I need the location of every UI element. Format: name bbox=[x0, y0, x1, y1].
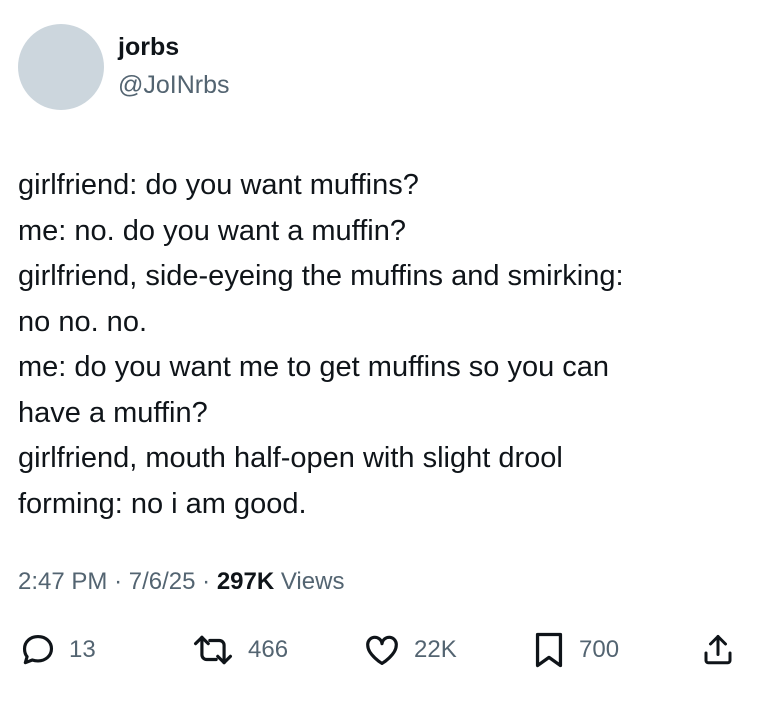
tweet-text-line: me: do you want me to get muffins so you… bbox=[18, 351, 610, 383]
avatar[interactable] bbox=[18, 24, 104, 110]
tweet-text-line: forming: no i am good. bbox=[18, 487, 307, 520]
tweet-time[interactable]: 2:47 PM bbox=[18, 568, 107, 595]
heart-icon bbox=[362, 631, 402, 669]
share-upload-icon bbox=[700, 631, 736, 669]
tweet-text-line: girlfriend, side-eyeing the muffins and … bbox=[18, 260, 624, 292]
like-count: 22K bbox=[414, 636, 457, 663]
reply-button[interactable]: 13 bbox=[19, 628, 96, 672]
author-display-name[interactable]: jorbs bbox=[118, 31, 179, 63]
reply-count: 13 bbox=[69, 636, 96, 663]
repost-button[interactable]: 466 bbox=[190, 628, 288, 672]
tweet-text-line: have a muffin? bbox=[18, 396, 208, 429]
tweet-text-line: girlfriend, mouth half-open with slight … bbox=[18, 442, 563, 474]
share-button[interactable] bbox=[700, 628, 736, 672]
tweet-text-line: me: no. do you want a muffin? bbox=[18, 214, 406, 247]
views-count[interactable]: 297K bbox=[217, 568, 274, 595]
tweet-card: jorbs @JoINrbs girlfriend: do you want m… bbox=[0, 0, 760, 709]
reply-bubble-icon bbox=[19, 631, 57, 669]
bookmark-count: 700 bbox=[579, 636, 620, 663]
bookmark-icon bbox=[531, 630, 567, 670]
repost-count: 466 bbox=[248, 636, 289, 663]
tweet-text-line: girlfriend: do you want muffins? bbox=[18, 169, 419, 201]
tweet-text-line: no no. no. bbox=[18, 305, 147, 338]
like-button[interactable]: 22K bbox=[362, 628, 457, 672]
meta-separator: · bbox=[202, 568, 211, 595]
author-handle[interactable]: @JoINrbs bbox=[118, 69, 230, 101]
repost-arrows-icon bbox=[190, 631, 236, 669]
action-bar: 13 466 22K 700 bbox=[0, 628, 760, 672]
meta-separator: · bbox=[114, 568, 123, 595]
views-label: Views bbox=[280, 568, 345, 595]
bookmark-button[interactable]: 700 bbox=[531, 628, 619, 672]
tweet-metadata: 2:47 PM · 7/6/25 · 297K Views bbox=[18, 566, 344, 598]
tweet-date[interactable]: 7/6/25 bbox=[129, 568, 196, 595]
tweet-text: girlfriend: do you want muffins? me: no.… bbox=[18, 163, 748, 527]
